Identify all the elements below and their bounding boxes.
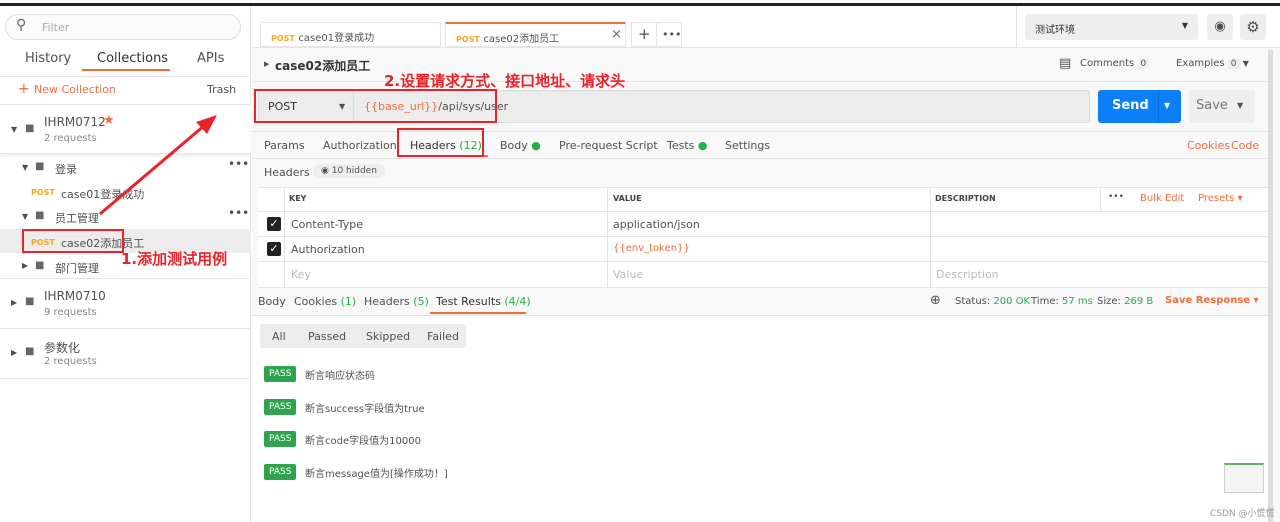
- annotation-arrow: [99, 115, 217, 216]
